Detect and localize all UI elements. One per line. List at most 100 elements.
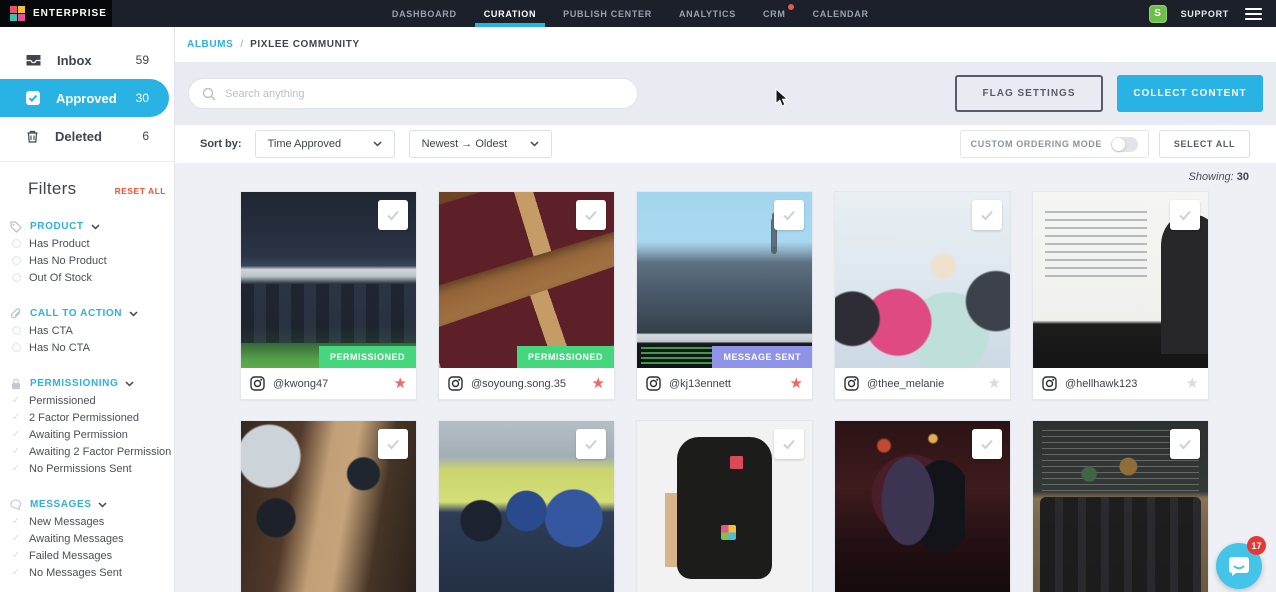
content-grid: PERMISSIONED @kwong47 ★ PERMISSIONED	[240, 191, 1211, 592]
collect-content-button[interactable]: COLLECT CONTENT	[1117, 75, 1263, 112]
instagram-icon	[448, 376, 463, 391]
post-photo[interactable]: MESSAGE SENT	[637, 192, 812, 368]
favorite-star[interactable]: ★	[394, 376, 407, 391]
favorite-star[interactable]: ★	[790, 376, 803, 391]
select-photo-checkbox[interactable]	[972, 429, 1002, 459]
pixlee-logo-icon	[10, 6, 25, 21]
showing-label: Showing:	[1188, 171, 1233, 183]
nav-tab-calendar[interactable]: CALENDAR	[813, 0, 869, 27]
select-photo-checkbox[interactable]	[972, 200, 1002, 230]
filter-option-label: Awaiting 2 Factor Permission	[29, 446, 171, 458]
post-photo[interactable]	[637, 421, 812, 592]
select-all-button[interactable]: SELECT ALL	[1159, 130, 1250, 158]
sidebar-item-approved[interactable]: Approved 30	[0, 79, 169, 117]
filter-option-permissioned[interactable]: ✓Permissioned	[10, 392, 174, 409]
filter-section-header[interactable]: MESSAGES	[10, 496, 174, 513]
chevron-down-icon	[125, 381, 134, 387]
nav-tab-crm[interactable]: CRM	[763, 0, 786, 27]
nav-tab-publish-center[interactable]: PUBLISH CENTER	[563, 0, 652, 27]
filter-option-no-messages-sent[interactable]: ✓No Messages Sent	[10, 564, 174, 581]
inbox-icon	[25, 54, 42, 67]
reset-all-button[interactable]: RESET ALL	[115, 186, 166, 196]
post-photo[interactable]	[1033, 192, 1208, 368]
sidebar-item-deleted[interactable]: Deleted 6	[0, 117, 174, 155]
breadcrumb-albums-link[interactable]: ALBUMS	[187, 39, 233, 50]
filter-section-header[interactable]: PRODUCT	[10, 218, 174, 235]
filter-option-label: Failed Messages	[29, 550, 112, 562]
status-badge: MESSAGE SENT	[712, 346, 812, 368]
account-badge[interactable]: S	[1149, 5, 1167, 23]
username: @thee_melanie	[867, 378, 944, 390]
filter-option-failed-messages[interactable]: ✓Failed Messages	[10, 547, 174, 564]
favorite-star[interactable]: ★	[592, 376, 605, 391]
select-photo-checkbox[interactable]	[774, 429, 804, 459]
chevron-down-icon	[530, 141, 539, 147]
custom-ordering-toggle[interactable]	[1111, 137, 1138, 152]
check-icon: ✓	[10, 463, 22, 474]
select-photo-checkbox[interactable]	[576, 429, 606, 459]
sort-direction-dropdown[interactable]: Newest → Oldest	[409, 130, 552, 158]
support-link[interactable]: SUPPORT	[1181, 9, 1229, 19]
select-photo-checkbox[interactable]	[576, 200, 606, 230]
username: @kwong47	[273, 378, 328, 390]
favorite-star[interactable]: ★	[1186, 376, 1199, 391]
chevron-down-icon	[91, 224, 100, 230]
pixlee-curation-app: ENTERPRISE DASHBOARD CURATION PUBLISH CE…	[0, 0, 1276, 592]
post-photo[interactable]	[835, 421, 1010, 592]
post-photo[interactable]	[835, 192, 1010, 368]
filter-section-header[interactable]: CALL TO ACTION	[10, 305, 174, 322]
nav-tab-analytics[interactable]: ANALYTICS	[679, 0, 736, 27]
brand-block[interactable]: ENTERPRISE	[0, 0, 112, 27]
filter-option-label: Has Product	[29, 238, 90, 250]
select-photo-checkbox[interactable]	[1170, 200, 1200, 230]
filter-option-has-product[interactable]: Has Product	[10, 235, 174, 252]
filter-option-label: Awaiting Permission	[29, 429, 128, 441]
filter-option-has-no-cta[interactable]: Has No CTA	[10, 339, 174, 356]
filter-option-2-factor-permissioned[interactable]: ✓2 Factor Permissioned	[10, 409, 174, 426]
content-card	[834, 420, 1011, 592]
showing-count: 30	[1237, 171, 1249, 183]
search-input[interactable]	[225, 88, 624, 100]
select-photo-checkbox[interactable]	[378, 200, 408, 230]
post-photo[interactable]: PERMISSIONED	[439, 192, 614, 368]
nav-tab-curation[interactable]: CURATION	[484, 0, 536, 27]
content-card	[636, 420, 813, 592]
sidebar-item-label: Approved	[56, 91, 117, 106]
sort-direction-value: Newest → Oldest	[422, 138, 508, 150]
filter-option-has-cta[interactable]: Has CTA	[10, 322, 174, 339]
post-photo[interactable]: PERMISSIONED	[241, 192, 416, 368]
filter-option-awaiting-messages[interactable]: ✓Awaiting Messages	[10, 530, 174, 547]
select-photo-checkbox[interactable]	[378, 429, 408, 459]
hamburger-menu-icon[interactable]	[1243, 4, 1264, 24]
content-card: @thee_melanie ★	[834, 191, 1011, 400]
sidebar-item-inbox[interactable]: Inbox 59	[0, 41, 174, 79]
custom-ordering-label: CUSTOM ORDERING MODE	[971, 139, 1102, 149]
radio-icon	[12, 256, 21, 265]
check-icon	[384, 435, 402, 453]
content-card	[1032, 420, 1209, 592]
filter-option-new-messages[interactable]: ✓New Messages	[10, 513, 174, 530]
search-bar[interactable]	[188, 78, 638, 109]
filter-option-awaiting-permission[interactable]: ✓Awaiting Permission	[10, 426, 174, 443]
flag-settings-button[interactable]: FLAG SETTINGS	[955, 75, 1103, 112]
filter-option-has-no-product[interactable]: Has No Product	[10, 252, 174, 269]
filters-header: Filters RESET ALL	[0, 162, 174, 199]
paperclip-icon	[10, 308, 22, 320]
select-photo-checkbox[interactable]	[1170, 429, 1200, 459]
select-photo-checkbox[interactable]	[774, 200, 804, 230]
check-icon	[582, 435, 600, 453]
chat-widget-button[interactable]: 17	[1216, 543, 1262, 589]
sort-field-dropdown[interactable]: Time Approved	[255, 130, 395, 158]
sidebar: Inbox 59 Approved 30 Deleted 6 Filters R…	[0, 27, 175, 592]
nav-tab-dashboard[interactable]: DASHBOARD	[392, 0, 457, 27]
card-footer: @kj13ennett ★	[637, 368, 812, 399]
filter-option-awaiting-2-factor-permission[interactable]: ✓Awaiting 2 Factor Permission	[10, 443, 174, 460]
custom-ordering-mode: CUSTOM ORDERING MODE	[960, 130, 1149, 158]
post-photo[interactable]	[439, 421, 614, 592]
filter-section-header[interactable]: PERMISSIONING	[10, 375, 174, 392]
filter-option-out-of-stock[interactable]: Out Of Stock	[10, 269, 174, 286]
filter-option-no-permissions-sent[interactable]: ✓No Permissions Sent	[10, 460, 174, 477]
favorite-star[interactable]: ★	[988, 376, 1001, 391]
post-photo[interactable]	[241, 421, 416, 592]
post-photo[interactable]	[1033, 421, 1208, 592]
